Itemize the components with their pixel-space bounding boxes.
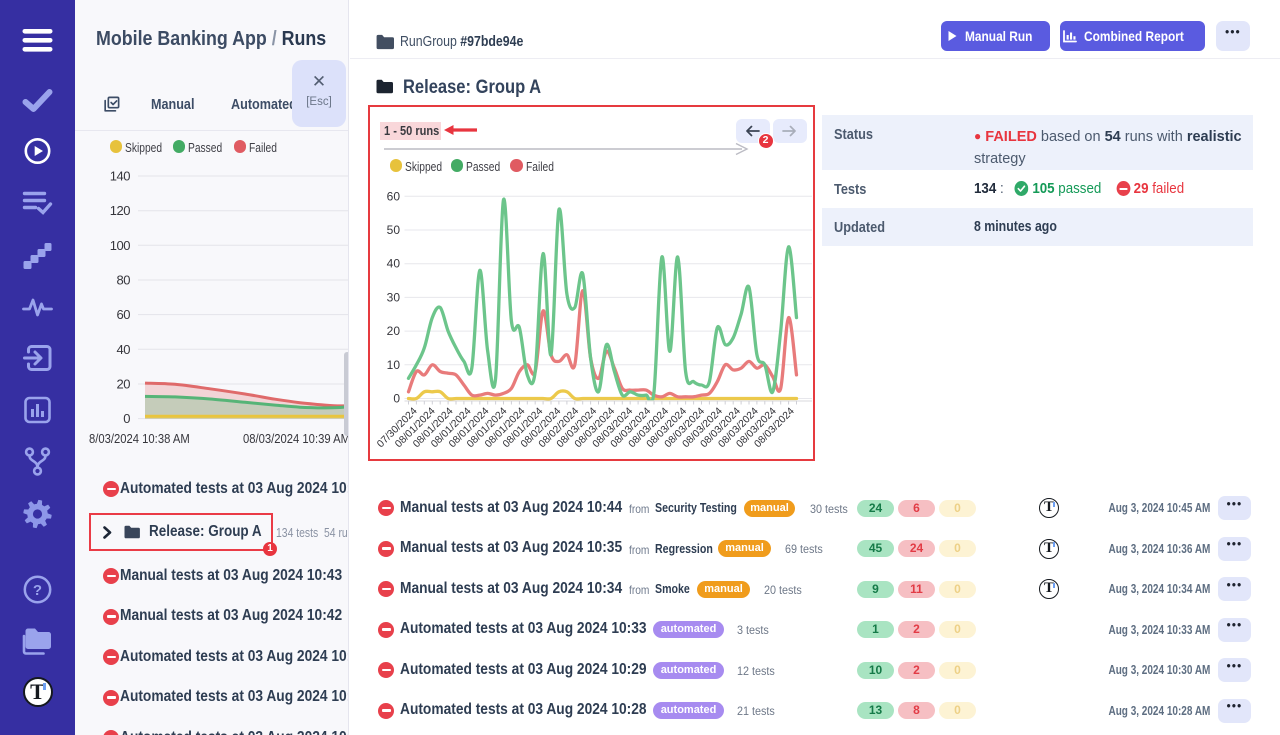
svg-text:60: 60 xyxy=(387,189,401,203)
svg-text:120: 120 xyxy=(110,203,130,218)
svg-text:80: 80 xyxy=(117,273,131,288)
svg-text:20: 20 xyxy=(387,324,401,338)
svg-text:10: 10 xyxy=(387,358,401,372)
svg-text:140: 140 xyxy=(110,169,130,184)
svg-text:30: 30 xyxy=(387,290,401,304)
svg-text:50: 50 xyxy=(387,223,401,237)
svg-text:60: 60 xyxy=(117,307,131,322)
svg-text:0: 0 xyxy=(393,392,400,406)
svg-text:40: 40 xyxy=(117,342,131,357)
svg-text:40: 40 xyxy=(387,257,401,271)
svg-text:100: 100 xyxy=(110,238,130,253)
svg-text:0: 0 xyxy=(123,411,130,426)
svg-text:20: 20 xyxy=(117,377,131,392)
svg-text:?: ? xyxy=(33,582,42,599)
